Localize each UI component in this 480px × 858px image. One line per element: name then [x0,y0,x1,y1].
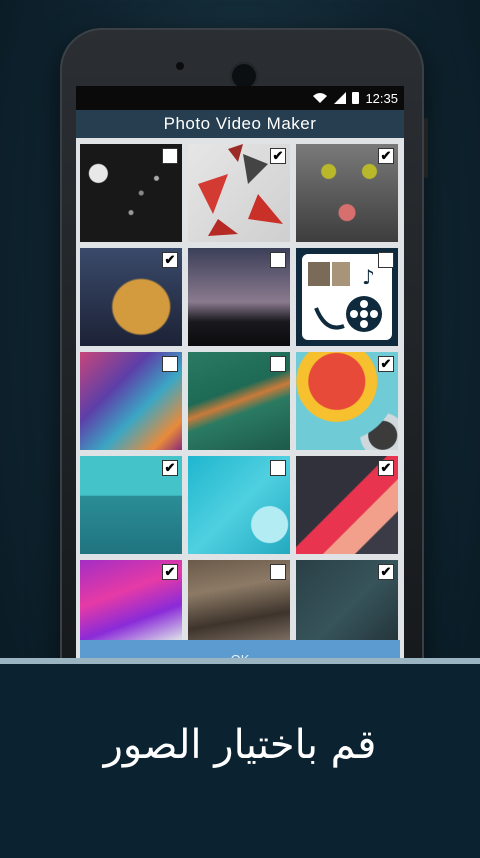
svg-text:♪: ♪ [362,265,375,289]
photo-checkbox[interactable] [270,356,286,372]
photo-tile[interactable]: ✔ [296,144,398,242]
photo-checkbox[interactable]: ✔ [270,148,286,164]
status-bar: 12:35 [76,86,404,110]
photo-tile[interactable]: ✔ [296,456,398,554]
battery-icon [352,92,360,104]
photo-tile[interactable] [188,456,290,554]
app-title: Photo Video Maker [76,110,404,138]
photo-checkbox[interactable] [162,356,178,372]
wifi-icon [313,93,328,103]
photo-grid: ✔ ✔ ✔ ♪ ✔ ✔ ✔ ✔ ✔ [76,138,404,666]
photo-checkbox[interactable] [270,564,286,580]
photo-checkbox[interactable]: ✔ [162,252,178,268]
photo-checkbox[interactable]: ✔ [162,460,178,476]
photo-checkbox[interactable] [270,252,286,268]
signal-icon [334,92,347,104]
photo-tile[interactable] [80,144,182,242]
phone-screen: 12:35 Photo Video Maker ✔ ✔ ✔ ♪ ✔ ✔ ✔ ✔ … [76,86,404,666]
photo-checkbox[interactable]: ✔ [378,148,394,164]
photo-tile[interactable]: ✔ [80,456,182,554]
photo-tile[interactable]: ♪ [296,248,398,346]
photo-checkbox[interactable]: ✔ [162,564,178,580]
photo-tile[interactable]: ✔ [296,352,398,450]
photo-tile[interactable] [188,352,290,450]
status-time: 12:35 [365,90,398,106]
proximity-sensor [176,62,184,70]
photo-checkbox[interactable] [270,460,286,476]
photo-checkbox[interactable]: ✔ [378,564,394,580]
photo-checkbox[interactable]: ✔ [378,460,394,476]
power-button [424,118,428,178]
photo-tile[interactable] [80,352,182,450]
caption-text: قم باختيار الصور [103,722,377,768]
photo-checkbox[interactable] [162,148,178,164]
photo-checkbox[interactable] [378,252,394,268]
photo-tile[interactable] [188,248,290,346]
photo-checkbox[interactable]: ✔ [378,356,394,372]
photo-tile[interactable]: ✔ [188,144,290,242]
photo-tile[interactable]: ✔ [80,248,182,346]
